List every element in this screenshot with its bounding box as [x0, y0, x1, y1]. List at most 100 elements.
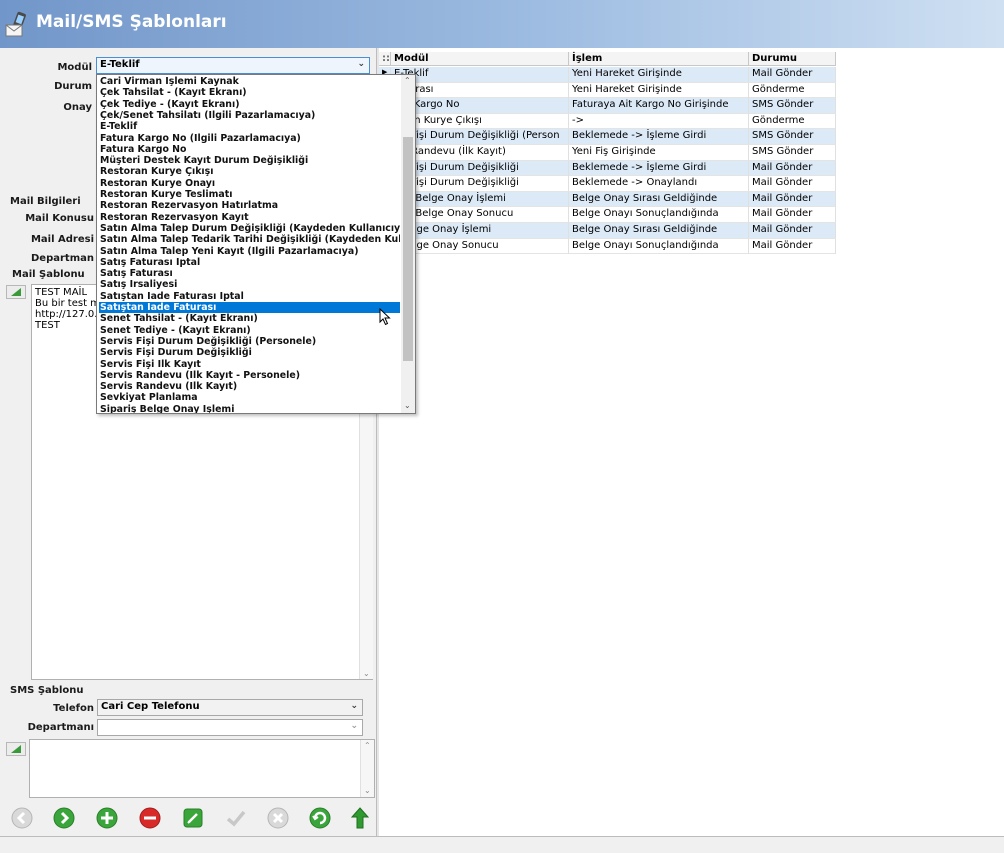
- dropdown-option[interactable]: Satın Alma Talep Yeni Kayıt (İlgili Paza…: [99, 246, 400, 257]
- grid-col-durumu[interactable]: Durumu: [749, 52, 836, 66]
- dropdown-option[interactable]: Servis Fişi Durum Değişikliği: [99, 347, 400, 358]
- table-cell[interactable]: Mail Gönder: [749, 223, 836, 238]
- dropdown-option[interactable]: Sevkiyat Planlama: [99, 392, 400, 403]
- sms-template-insert-button[interactable]: [6, 742, 26, 756]
- table-row[interactable]: toran Kurye Çıkışı -> Gönderme: [379, 113, 836, 130]
- telefon-select[interactable]: Cari Cep Telefonu ⌄: [97, 699, 363, 716]
- table-row[interactable]: vis Fişi Durum Değişikliği (Person Beklem…: [379, 129, 836, 145]
- table-cell[interactable]: Mail Gönder: [749, 238, 836, 254]
- dropdown-option[interactable]: E-Teklif: [99, 121, 400, 132]
- dropdown-option[interactable]: Servis Randevu (İlk Kayıt): [99, 381, 400, 392]
- table-row[interactable]: FaturasıYeni Hareket GirişindeGönderme: [379, 82, 836, 99]
- cancel-button[interactable]: [266, 806, 290, 830]
- dropdown-option[interactable]: Çek Tahsilat - (Kayıt Ekranı): [99, 87, 400, 98]
- dropdown-scroll-thumb[interactable]: [403, 137, 413, 361]
- dropdown-option[interactable]: Satış Faturası İptal: [99, 257, 400, 268]
- grid-col-modul[interactable]: Modül: [391, 52, 569, 66]
- table-cell[interactable]: Mail Gönder: [749, 207, 836, 223]
- table-cell[interactable]: SMS Gönder: [749, 129, 836, 145]
- dropdown-option[interactable]: Çek Tediye - (Kayıt Ekranı): [99, 99, 400, 110]
- dropdown-option[interactable]: Cari Virman İşlemi Kaynak: [99, 76, 400, 87]
- chevron-down-icon[interactable]: ⌄: [350, 701, 358, 711]
- dropdown-option[interactable]: Satıştan İade Faturası: [99, 302, 400, 314]
- dropdown-option[interactable]: Servis Randevu (İlk Kayıt - Personele): [99, 370, 400, 381]
- table-cell[interactable]: vis Randevu (İlk Kayıt): [391, 145, 569, 160]
- scroll-down-icon[interactable]: ⌄: [404, 401, 411, 410]
- dropdown-option[interactable]: Senet Tahsilat - (Kayıt Ekranı): [99, 313, 400, 324]
- dropdown-option[interactable]: Satın Alma Talep Durum Değişikliği (Kayd…: [99, 223, 400, 234]
- table-cell[interactable]: vis Fişi Durum Değişikliği: [391, 176, 569, 192]
- scroll-up-icon[interactable]: ⌃: [404, 76, 411, 85]
- table-row[interactable]: ▶E-TeklifYeni Hareket GirişindeMail Gönd…: [379, 67, 836, 83]
- dropdown-option[interactable]: Müşteri Destek Kayıt Durum Değişikliği: [99, 155, 400, 166]
- dropdown-option[interactable]: Fatura Kargo No (İlgili Pazarlamacıya): [99, 133, 400, 144]
- table-cell[interactable]: Mail Gönder: [749, 160, 836, 176]
- dropdown-option[interactable]: Satış Faturası: [99, 268, 400, 279]
- table-row[interactable]: ariş Belge Onay Sonucu Belge Onayı Sonuçl…: [379, 207, 836, 223]
- dropdown-scrollbar[interactable]: ⌃ ⌄: [401, 75, 415, 413]
- table-cell[interactable]: Gönderme: [749, 82, 836, 98]
- table-cell[interactable]: Yeni Hareket Girişinde: [569, 82, 749, 98]
- delete-button[interactable]: [138, 806, 162, 830]
- up-button[interactable]: [348, 806, 372, 830]
- table-cell[interactable]: ura Kargo No: [391, 98, 569, 114]
- table-row[interactable]: ura Kargo No Faturaya Ait Kargo No Girişi…: [379, 98, 836, 114]
- confirm-button[interactable]: [224, 806, 248, 830]
- table-cell[interactable]: Mail Gönder: [749, 176, 836, 192]
- dropdown-option[interactable]: Sipariş Belge Onay İşlemi: [99, 404, 400, 413]
- sms-departman-select[interactable]: ⌄: [97, 719, 363, 736]
- table-cell[interactable]: Faturası: [391, 82, 569, 98]
- dropdown-option[interactable]: Servis Fişi Durum Değişikliği (Personele…: [99, 336, 400, 347]
- table-row[interactable]: vis Randevu (İlk Kayıt) Yeni Fiş Girişind…: [379, 145, 836, 161]
- table-cell[interactable]: Beklemede -> İşleme Girdi: [569, 160, 749, 176]
- forward-button[interactable]: [52, 806, 76, 830]
- dropdown-option[interactable]: Çek/Senet Tahsilatı (İlgili Pazarlamacıy…: [99, 110, 400, 121]
- table-cell[interactable]: f Belge Onay İşlemi: [391, 223, 569, 238]
- table-cell[interactable]: SMS Gönder: [749, 145, 836, 160]
- dropdown-option[interactable]: Senet Tediye - (Kayıt Ekranı): [99, 325, 400, 336]
- table-row[interactable]: ariş Belge Onay İşlemi Belge Onay Sırası …: [379, 191, 836, 208]
- sms-body-scrollbar[interactable]: ⌃ ⌄: [360, 740, 374, 797]
- table-row[interactable]: vis Fişi Durum Değişikliği Beklemede -> İ…: [379, 160, 836, 177]
- table-cell[interactable]: Yeni Fiş Girişinde: [569, 145, 749, 160]
- back-button[interactable]: [10, 806, 34, 830]
- dropdown-option[interactable]: Restoran Rezervasyon Kayıt: [99, 212, 400, 223]
- dropdown-option[interactable]: Servis Fişi İlk Kayıt: [99, 359, 400, 370]
- table-cell[interactable]: Yeni Hareket Girişinde: [569, 67, 749, 82]
- table-cell[interactable]: Beklemede -> Onaylandı: [569, 176, 749, 192]
- chevron-down-icon[interactable]: ⌄: [357, 59, 365, 69]
- table-cell[interactable]: ariş Belge Onay İşlemi: [391, 191, 569, 207]
- table-cell[interactable]: ->: [569, 113, 749, 129]
- table-cell[interactable]: SMS Gönder: [749, 98, 836, 114]
- sms-body-textarea[interactable]: [29, 739, 375, 798]
- add-button[interactable]: [95, 806, 119, 830]
- table-cell[interactable]: Faturaya Ait Kargo No Girişinde: [569, 98, 749, 114]
- table-cell[interactable]: Belge Onay Sırası Geldiğinde: [569, 191, 749, 207]
- table-cell[interactable]: vis Fişi Durum Değişikliği (Person: [391, 129, 569, 145]
- grid-col-islem[interactable]: İşlem: [569, 52, 749, 66]
- dropdown-option[interactable]: Restoran Rezervasyon Hatırlatma: [99, 200, 400, 211]
- table-cell[interactable]: Belge Onayı Sonuçlandığında: [569, 238, 749, 254]
- table-row[interactable]: f Belge Onay Sonucu Belge Onayı Sonuçland…: [379, 238, 836, 255]
- chevron-down-icon[interactable]: ⌄: [350, 721, 358, 731]
- table-cell[interactable]: Belge Onay Sırası Geldiğinde: [569, 223, 749, 238]
- table-cell[interactable]: toran Kurye Çıkışı: [391, 113, 569, 129]
- dropdown-option[interactable]: Satış İrsaliyesi: [99, 279, 400, 290]
- refresh-button[interactable]: [308, 806, 332, 830]
- dropdown-option[interactable]: Restoran Kurye Çıkışı: [99, 166, 400, 177]
- mail-template-insert-button[interactable]: [6, 285, 26, 299]
- table-cell[interactable]: f Belge Onay Sonucu: [391, 238, 569, 254]
- dropdown-option[interactable]: Satıştan İade Faturası İptal: [99, 291, 400, 302]
- modul-dropdown-list[interactable]: Cari Virman İşlemi Kaynak Çek Tahsilat - …: [96, 74, 416, 414]
- edit-button[interactable]: [181, 806, 205, 830]
- modul-select[interactable]: E-Teklif ⌄: [96, 57, 370, 74]
- table-cell[interactable]: Beklemede -> İşleme Girdi: [569, 129, 749, 145]
- table-cell[interactable]: Mail Gönder: [749, 67, 836, 82]
- table-cell[interactable]: E-Teklif: [391, 67, 569, 82]
- table-row[interactable]: f Belge Onay İşlemi Belge Onay Sırası Gel…: [379, 223, 836, 239]
- dropdown-option[interactable]: Restoran Kurye Teslimatı: [99, 189, 400, 200]
- table-cell[interactable]: ariş Belge Onay Sonucu: [391, 207, 569, 223]
- table-cell[interactable]: Gönderme: [749, 113, 836, 129]
- table-cell[interactable]: Belge Onayı Sonuçlandığında: [569, 207, 749, 223]
- dropdown-option[interactable]: Fatura Kargo No: [99, 144, 400, 155]
